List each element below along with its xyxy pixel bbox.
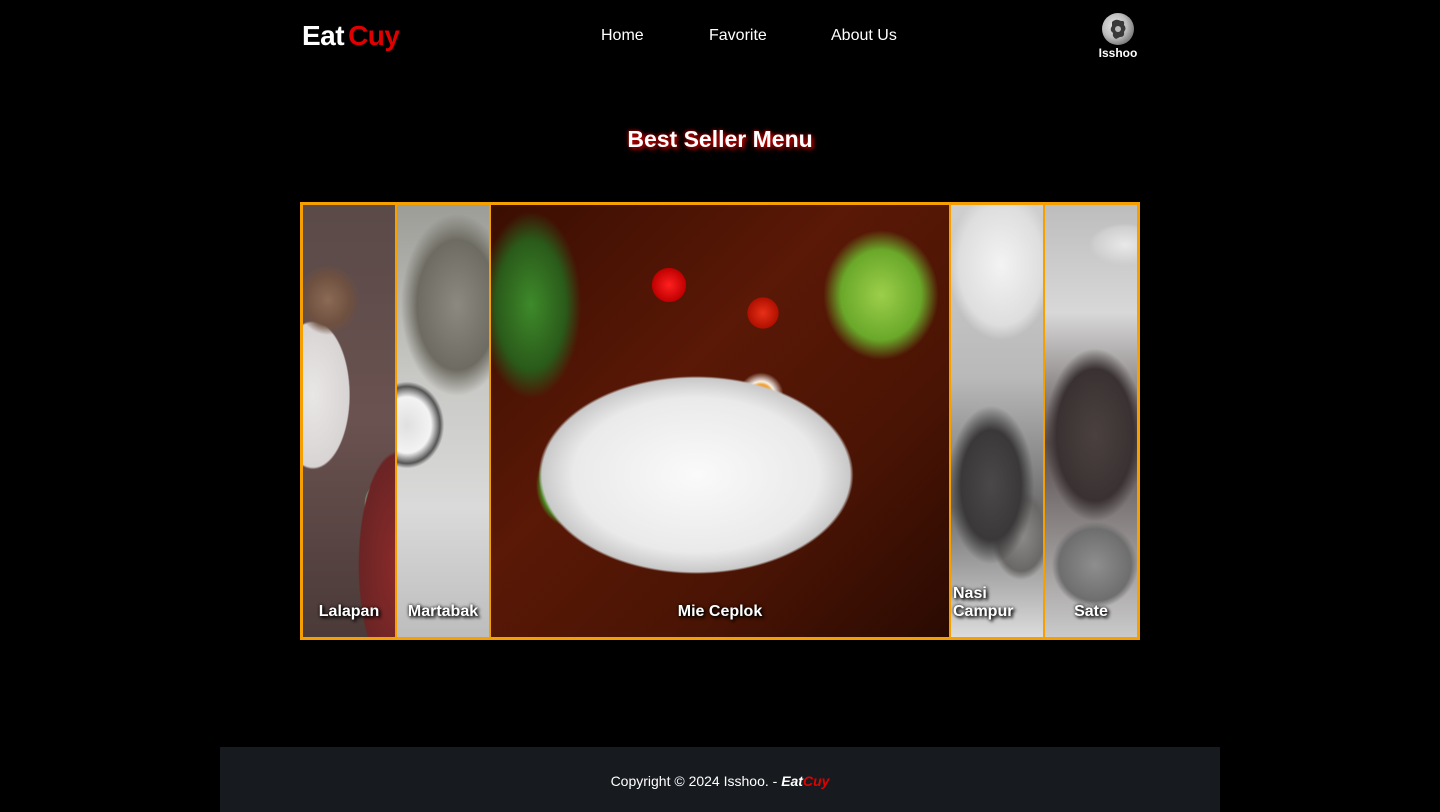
footer-copyright: Copyright © 2024 Isshoo. - EatCuy <box>220 773 1220 789</box>
brand-cuy-text: Cuy <box>348 20 400 51</box>
brand-eat-text: Eat <box>302 20 345 51</box>
footer: Copyright © 2024 Isshoo. - EatCuy <box>220 747 1220 812</box>
menu-image-martabak <box>397 205 489 637</box>
best-seller-gallery: Lalapan Martabak Mie Ceplok Nasi Campur … <box>300 202 1140 640</box>
menu-card-label: Mie Ceplok <box>677 603 763 620</box>
nav-about-link[interactable]: About Us <box>831 27 897 45</box>
navbar: Eat Cuy Home Favorite About Us Isshoo <box>0 0 1440 76</box>
user-profile[interactable]: Isshoo <box>1096 13 1140 60</box>
footer-brand-cuy: Cuy <box>802 773 830 789</box>
section-title: Best Seller Menu <box>627 126 813 152</box>
nav-favorite-link[interactable]: Favorite <box>709 27 767 45</box>
menu-image-mie-ceplok <box>491 205 949 637</box>
menu-card-label: Nasi Campur <box>953 585 1014 620</box>
footer-brand-eat: Eat <box>781 773 803 789</box>
menu-image-nasi-campur <box>951 205 1043 637</box>
menu-card-lalapan[interactable]: Lalapan <box>303 205 397 637</box>
avatar <box>1102 13 1134 45</box>
nav-home-link[interactable]: Home <box>601 27 644 45</box>
copyright-text: Copyright © 2024 Isshoo. - <box>610 773 782 789</box>
menu-card-martabak[interactable]: Martabak <box>397 205 491 637</box>
menu-card-label: Martabak <box>407 603 479 620</box>
menu-card-label: Lalapan <box>318 603 380 620</box>
avatar-silhouette-icon <box>1110 19 1126 39</box>
menu-card-nasi-campur[interactable]: Nasi Campur <box>951 205 1045 637</box>
menu-image-lalapan <box>303 205 395 637</box>
menu-card-mie-ceplok[interactable]: Mie Ceplok <box>491 205 951 637</box>
menu-card-sate[interactable]: Sate <box>1045 205 1137 637</box>
menu-card-label: Sate <box>1074 603 1108 620</box>
menu-image-sate <box>1045 205 1137 637</box>
profile-name: Isshoo <box>1098 46 1138 60</box>
brand-logo[interactable]: Eat Cuy <box>302 20 400 52</box>
